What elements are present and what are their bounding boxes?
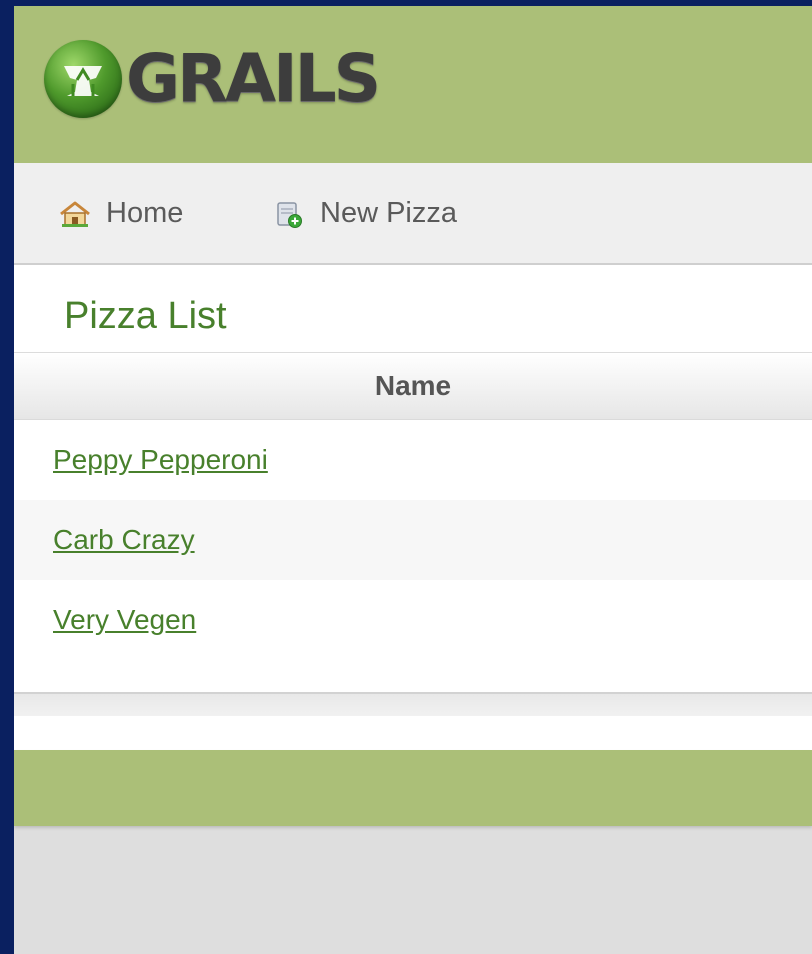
content-spacer <box>14 716 812 750</box>
nav-bar: Home New Pizza <box>14 163 812 265</box>
table-row: Peppy Pepperoni <box>14 420 812 500</box>
table-row: Very Vegen <box>14 580 812 660</box>
grails-footer <box>14 750 812 826</box>
page-title: Pizza List <box>64 295 227 337</box>
column-header-label: Name <box>374 370 452 401</box>
grails-header: GRAILS <box>14 6 812 163</box>
database-add-icon <box>272 199 306 229</box>
nav-new-pizza-label: New Pizza <box>320 197 457 229</box>
column-header-name[interactable]: Name <box>14 353 812 420</box>
nav-home-link[interactable]: Home <box>58 197 183 230</box>
pizza-link[interactable]: Carb Crazy <box>53 524 195 556</box>
nav-new-pizza-link[interactable]: New Pizza <box>272 197 457 230</box>
table-row: Carb Crazy <box>14 500 812 580</box>
grails-goblet-icon <box>44 40 122 118</box>
pizza-link[interactable]: Very Vegen <box>53 604 196 636</box>
grails-logo[interactable]: GRAILS <box>44 38 381 120</box>
pizza-table: Name Peppy Pepperoni Carb Crazy Very Veg… <box>14 352 812 660</box>
pagination-bar <box>14 692 812 718</box>
nav-home-label: Home <box>106 197 184 229</box>
logo-text: GRAILS <box>126 40 381 117</box>
browser-viewport: GRAILS Home New Pizza Pizza List Name Pe… <box>14 6 812 954</box>
content-area: Pizza List Name Peppy Pepperoni Carb Cra… <box>14 265 812 692</box>
house-icon <box>58 199 92 229</box>
pizza-link[interactable]: Peppy Pepperoni <box>53 444 268 476</box>
